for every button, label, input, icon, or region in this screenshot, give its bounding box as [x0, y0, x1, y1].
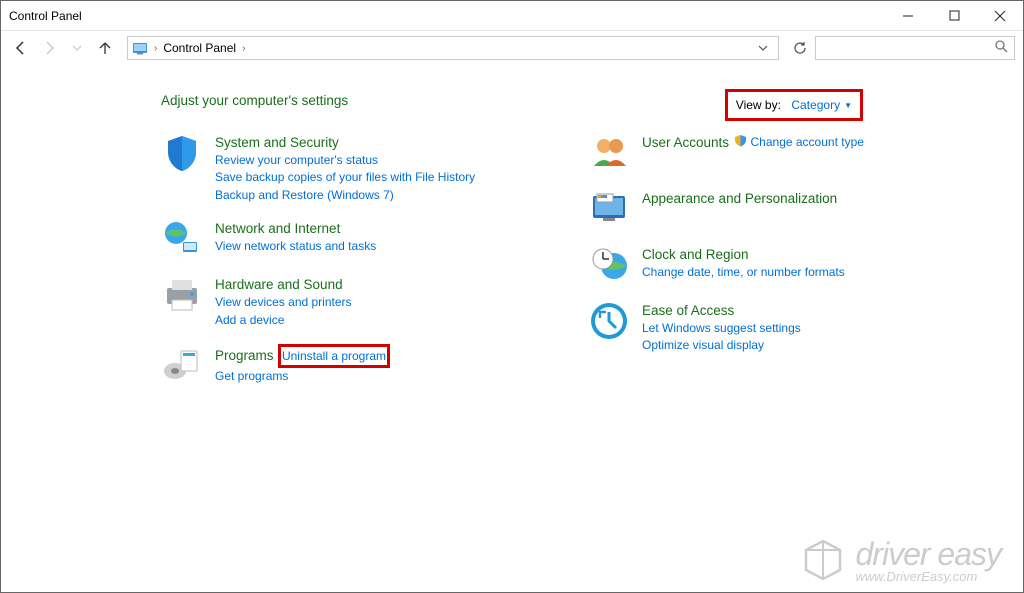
category-link[interactable]: Let Windows suggest settings [642, 320, 801, 337]
category-link[interactable]: Review your computer's status [215, 152, 475, 169]
category-link[interactable]: View network status and tasks [215, 238, 376, 255]
category-link[interactable]: Get programs [215, 368, 390, 385]
ease-of-access-icon [588, 300, 630, 342]
monitor-icon [588, 188, 630, 230]
chevron-down-icon: ▼ [844, 101, 852, 110]
control-panel-icon [132, 40, 148, 56]
shield-icon [161, 132, 203, 174]
category-system-security: System and Security Review your computer… [161, 132, 560, 204]
category-link[interactable]: Save backup copies of your files with Fi… [215, 169, 475, 186]
watermark-brand: driver easy [856, 536, 1002, 573]
category-title[interactable]: Hardware and Sound [215, 277, 343, 292]
category-title[interactable]: Clock and Region [642, 247, 749, 262]
title-bar: Control Panel [1, 1, 1023, 31]
category-title[interactable]: User Accounts [642, 135, 729, 150]
category-link[interactable]: Change account type [751, 134, 864, 151]
view-by-value: Category [791, 98, 840, 112]
window-title: Control Panel [9, 9, 82, 23]
category-hardware-sound: Hardware and Sound View devices and prin… [161, 274, 560, 329]
left-column: System and Security Review your computer… [161, 132, 560, 400]
category-title[interactable]: Appearance and Personalization [642, 191, 837, 206]
category-link[interactable]: Optimize visual display [642, 337, 801, 354]
uninstall-program-link[interactable]: Uninstall a program [282, 349, 386, 363]
view-by-highlight: View by: Category ▼ [725, 89, 863, 121]
category-appearance: Appearance and Personalization [588, 188, 987, 230]
chevron-right-icon[interactable]: › [242, 43, 245, 54]
breadcrumb-item[interactable]: Control Panel [163, 41, 236, 55]
category-title[interactable]: System and Security [215, 135, 339, 150]
category-clock-region: Clock and Region Change date, time, or n… [588, 244, 987, 286]
watermark-logo-icon [800, 537, 846, 583]
category-network-internet: Network and Internet View network status… [161, 218, 560, 260]
view-by-label: View by: [736, 98, 781, 112]
address-bar[interactable]: › Control Panel › [127, 36, 779, 60]
category-link[interactable]: Change date, time, or number formats [642, 264, 845, 281]
printer-icon [161, 274, 203, 316]
category-user-accounts: User Accounts Change account type [588, 132, 987, 174]
nav-row: › Control Panel › [1, 31, 1023, 65]
category-title[interactable]: Programs [215, 348, 274, 363]
back-button[interactable] [9, 36, 33, 60]
chevron-right-icon[interactable]: › [154, 43, 157, 54]
page-heading: Adjust your computer's settings [161, 93, 987, 108]
forward-button[interactable] [37, 36, 61, 60]
search-input[interactable] [815, 36, 1015, 60]
shield-small-icon [734, 134, 747, 152]
programs-icon [161, 343, 203, 385]
view-by-dropdown[interactable]: Category ▼ [791, 98, 852, 112]
close-button[interactable] [977, 1, 1023, 30]
category-title[interactable]: Network and Internet [215, 221, 340, 236]
address-dropdown-button[interactable] [752, 37, 774, 59]
category-title[interactable]: Ease of Access [642, 303, 734, 318]
category-ease-of-access: Ease of Access Let Windows suggest setti… [588, 300, 987, 355]
globe-network-icon [161, 218, 203, 260]
up-button[interactable] [93, 36, 117, 60]
search-icon [994, 39, 1008, 58]
maximize-button[interactable] [931, 1, 977, 30]
recent-locations-button[interactable] [65, 36, 89, 60]
category-programs: Programs Uninstall a program Get program… [161, 343, 560, 386]
people-icon [588, 132, 630, 174]
right-column: User Accounts Change account type Appear… [588, 132, 987, 400]
window-buttons [885, 1, 1023, 30]
category-link[interactable]: Add a device [215, 312, 352, 329]
watermark: driver easy www.DriverEasy.com [800, 536, 1002, 584]
category-link[interactable]: View devices and printers [215, 294, 352, 311]
category-link[interactable]: Backup and Restore (Windows 7) [215, 187, 475, 204]
minimize-button[interactable] [885, 1, 931, 30]
uninstall-highlight: Uninstall a program [278, 344, 390, 368]
clock-globe-icon [588, 244, 630, 286]
refresh-button[interactable] [789, 37, 811, 59]
content-area: Adjust your computer's settings View by:… [1, 65, 1023, 400]
